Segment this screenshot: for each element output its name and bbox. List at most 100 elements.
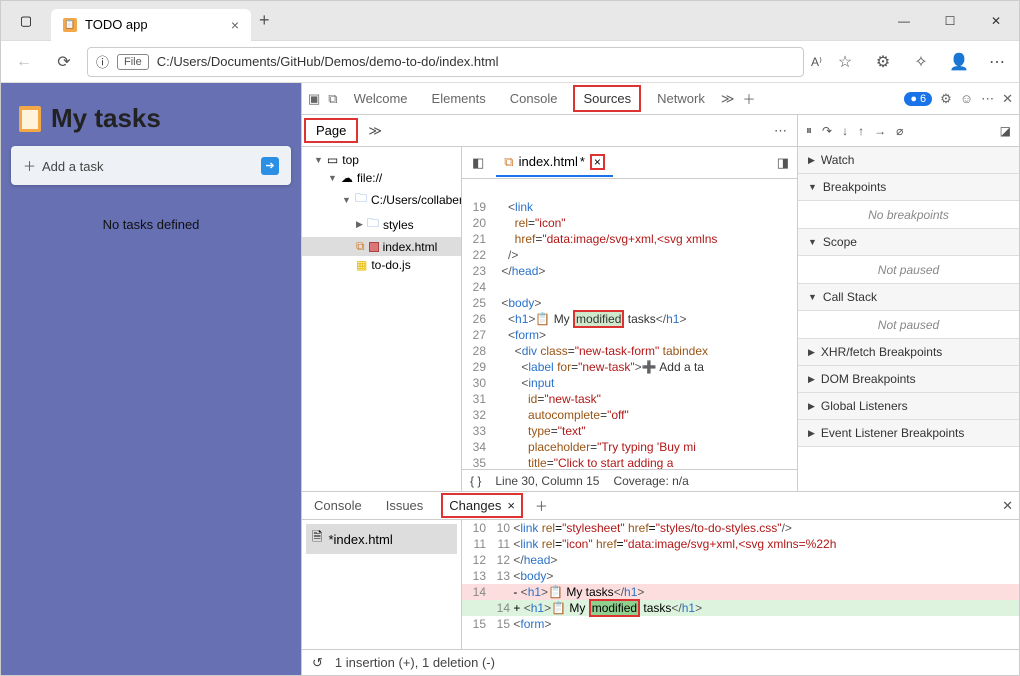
devtools-tabs: ▣ ⧉ Welcome Elements Console Sources Net…	[302, 83, 1019, 115]
drawer-tab-close[interactable]: ×	[507, 498, 515, 513]
diff-added-word: modified	[589, 599, 640, 617]
tab-elements[interactable]: Elements	[424, 87, 494, 110]
changed-file[interactable]: 🗎 *index.html	[306, 524, 457, 554]
editor-nav-icon[interactable]: ◧	[466, 155, 490, 171]
add-task-label: Add a task	[42, 159, 103, 174]
tab-sources[interactable]: Sources	[573, 85, 641, 112]
profile-icon[interactable]: 👤	[943, 47, 975, 77]
editor-tab-close[interactable]: ×	[590, 154, 605, 170]
submit-arrow-icon[interactable]: ➔	[261, 157, 279, 175]
section-dom[interactable]: ▶DOM Breakpoints	[798, 366, 1019, 393]
diff-view[interactable]: 1010 <link rel="stylesheet" href="styles…	[462, 520, 1019, 649]
collections-icon[interactable]: ✧	[905, 47, 937, 77]
section-callstack[interactable]: ▼Call Stack	[798, 284, 1019, 311]
tab-close-icon[interactable]: ×	[231, 17, 239, 33]
tree-styles[interactable]: ▶🗀 styles	[302, 212, 461, 237]
diff-summary: 1 insertion (+), 1 deletion (-)	[335, 655, 495, 670]
drawer-status: ↺ 1 insertion (+), 1 deletion (-)	[302, 649, 1019, 675]
inspect-icon[interactable]: ▣	[308, 91, 320, 107]
url-field[interactable]: ⓘ File C:/Users/Documents/GitHub/Demos/d…	[87, 47, 804, 77]
drawer-panel: Console Issues Changes × ＋ ✕ 🗎 *index.ht…	[302, 491, 1019, 675]
drawer-tab-console[interactable]: Console	[308, 495, 368, 516]
tab-preview-icon[interactable]: ▢	[1, 1, 51, 40]
page-heading: My tasks	[11, 93, 291, 134]
editor-file-tab[interactable]: ⧉ index.html* ×	[496, 149, 613, 177]
tree-scheme[interactable]: ▼☁ file://	[302, 169, 461, 187]
step-out-icon[interactable]: ↑	[858, 124, 864, 138]
modified-marker	[369, 242, 379, 252]
tabs-add-icon[interactable]: ＋	[742, 89, 755, 108]
step-icon[interactable]: →	[874, 124, 886, 138]
drawer-tab-changes[interactable]: Changes ×	[441, 493, 523, 518]
tab-network[interactable]: Network	[649, 87, 713, 110]
deactivate-bp-icon[interactable]: ⌀	[896, 124, 903, 138]
tree-top[interactable]: ▼▭ top	[302, 151, 461, 169]
empty-state: No tasks defined	[11, 197, 291, 232]
revert-icon[interactable]: ↺	[312, 655, 323, 671]
section-watch[interactable]: ▶Watch	[798, 147, 1019, 174]
collapse-icon[interactable]: ◪	[1000, 124, 1011, 138]
back-button[interactable]: ←	[7, 47, 41, 77]
protocol-badge: File	[117, 54, 149, 70]
section-xhr[interactable]: ▶XHR/fetch Breakpoints	[798, 339, 1019, 366]
pause-icon[interactable]: ⏸	[806, 123, 812, 138]
html-file-icon: ⧉	[504, 154, 513, 170]
add-task-field[interactable]: ＋ Add a task ➔	[11, 146, 291, 185]
devtools-close-icon[interactable]: ✕	[1002, 91, 1013, 107]
tree-path[interactable]: ▼🗀 C:/Users/collabera	[302, 187, 461, 212]
new-tab-button[interactable]: +	[259, 10, 270, 31]
settings-icon[interactable]: ⚙	[867, 47, 899, 77]
tab-favicon: 📋	[63, 18, 77, 32]
plus-icon: ＋	[23, 159, 36, 174]
sources-page-tab[interactable]: Page	[304, 118, 358, 143]
window-close[interactable]: ✕	[973, 1, 1019, 41]
tree-index[interactable]: ⧉index.html	[302, 237, 461, 256]
reload-button[interactable]: ⟳	[47, 47, 81, 77]
window-minimize[interactable]: —	[881, 1, 927, 41]
callstack-not-paused: Not paused	[798, 311, 1019, 339]
feedback-icon[interactable]: ☺	[960, 91, 973, 106]
section-breakpoints[interactable]: ▼Breakpoints	[798, 174, 1019, 201]
sources-more-tabs[interactable]: ≫	[368, 123, 382, 139]
step-over-icon[interactable]: ↷	[822, 124, 832, 138]
menu-icon[interactable]: ⋯	[981, 47, 1013, 77]
page-heading-text: My tasks	[51, 103, 161, 134]
dirty-asterisk: *	[580, 154, 585, 169]
step-into-icon[interactable]: ↓	[842, 124, 848, 138]
address-bar: ← → ⟳ ⓘ File C:/Users/Documents/GitHub/D…	[1, 41, 1019, 83]
browser-titlebar: ▢ 📋 TODO app × + — ☐ ✕	[1, 1, 1019, 41]
editor-split-icon[interactable]: ◨	[769, 155, 797, 171]
devtools-menu-icon[interactable]: ⋯	[981, 91, 994, 107]
code-area[interactable]: 19 20 21 22 23 24 25 26 27 28 29 30 31 3…	[462, 179, 797, 469]
changes-file-list: 🗎 *index.html	[302, 520, 462, 649]
section-global[interactable]: ▶Global Listeners	[798, 393, 1019, 420]
url-text: C:/Users/Documents/GitHub/Demos/demo-to-…	[157, 54, 499, 69]
section-event[interactable]: ▶Event Listener Breakpoints	[798, 420, 1019, 447]
tabs-overflow-icon[interactable]: ≫	[721, 91, 735, 107]
debugger-toolbar: ⏸ ↷ ↓ ↑ → ⌀ ◪	[798, 115, 1019, 147]
drawer-close-icon[interactable]: ✕	[1002, 498, 1013, 514]
tree-todo[interactable]: ▦ to-do.js	[302, 256, 461, 274]
inserted-word: modified	[573, 310, 624, 328]
coverage-label: Coverage: n/a	[613, 474, 688, 488]
debugger-pane: ⏸ ↷ ↓ ↑ → ⌀ ◪ ▶Watch ▼Breakpoints No bre…	[798, 115, 1019, 491]
section-scope[interactable]: ▼Scope	[798, 229, 1019, 256]
tab-console[interactable]: Console	[502, 87, 566, 110]
drawer-add-tab[interactable]: ＋	[535, 496, 548, 515]
drawer-tab-issues[interactable]: Issues	[380, 495, 430, 516]
editor-status-bar: { } Line 30, Column 15 Coverage: n/a	[462, 469, 797, 491]
tab-welcome[interactable]: Welcome	[346, 87, 416, 110]
device-icon[interactable]: ⧉	[328, 91, 337, 107]
sources-kebab[interactable]: ⋯	[774, 123, 787, 139]
devtools-settings-icon[interactable]: ⚙	[940, 91, 952, 107]
favorite-icon[interactable]: ☆	[829, 47, 861, 77]
issues-badge[interactable]: ● 6	[904, 92, 932, 106]
window-maximize[interactable]: ☐	[927, 1, 973, 41]
braces-icon[interactable]: { }	[470, 474, 481, 488]
read-aloud-icon[interactable]: A⁾	[811, 55, 822, 69]
browser-tab[interactable]: 📋 TODO app ×	[51, 9, 251, 41]
scope-not-paused: Not paused	[798, 256, 1019, 284]
site-info-icon[interactable]: ⓘ	[96, 52, 109, 71]
webpage-panel: My tasks ＋ Add a task ➔ No tasks defined	[1, 83, 301, 675]
no-breakpoints: No breakpoints	[798, 201, 1019, 229]
